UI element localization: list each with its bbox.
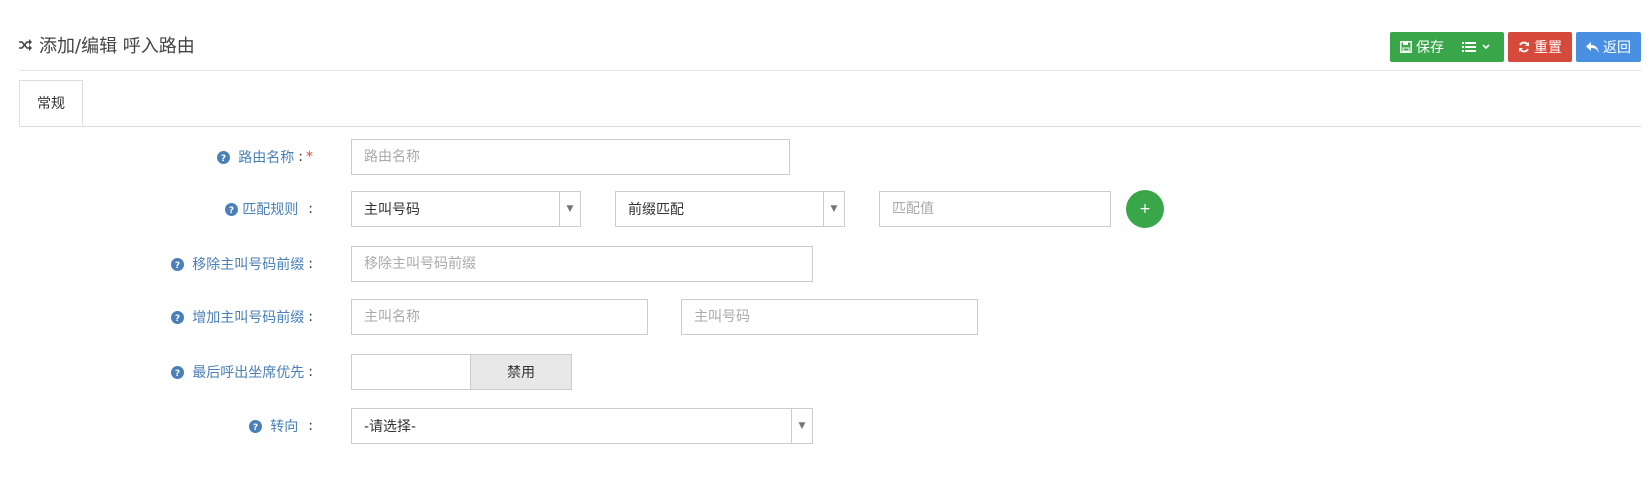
caller-number-input[interactable] (681, 299, 978, 335)
question-circle-icon: ? (171, 310, 185, 324)
remove-prefix-colon: : (308, 256, 313, 272)
caller-name-input[interactable] (351, 299, 648, 335)
reset-label: 重置 (1534, 40, 1562, 56)
save-label: 保存 (1416, 40, 1444, 56)
back-button[interactable]: 返回 (1576, 32, 1641, 62)
page-title: 添加/编辑 呼入路由 (19, 30, 195, 60)
caret-down-icon: ▼ (823, 192, 844, 226)
route-name-label-text: 路由名称 (238, 150, 295, 166)
transfer-select[interactable]: -请选择- ▼ (351, 408, 813, 444)
page-title-text: 添加/编辑 呼入路由 (39, 36, 195, 57)
toolbar: 保存 重置 返回 (1390, 32, 1641, 62)
last-agent-label-text: 最后呼出坐席优先 (192, 365, 305, 381)
question-circle-icon: ? (249, 419, 263, 433)
question-circle-icon: ? (171, 365, 185, 379)
svg-text:?: ? (175, 261, 180, 271)
add-prefix-label-text: 增加主叫号码前缀 (192, 310, 305, 326)
last-agent-toggle[interactable]: 禁用 (351, 354, 572, 390)
floppy-icon (1400, 41, 1412, 53)
question-circle-icon: ? (217, 150, 231, 164)
save-options-dropdown[interactable] (1454, 32, 1504, 62)
chevron-down-icon (1482, 44, 1490, 50)
svg-text:?: ? (253, 423, 258, 433)
refresh-icon (1519, 41, 1529, 53)
transfer-label-text: 转向 (270, 419, 299, 435)
transfer-selected-value: -请选择- (364, 419, 417, 435)
svg-text:?: ? (175, 314, 180, 324)
route-name-colon: : (298, 149, 303, 165)
match-rule-label: ? 匹配规则 : (225, 191, 313, 227)
save-button-group: 保存 (1390, 32, 1504, 62)
transfer-label: ? 转向 : (249, 408, 313, 444)
question-circle-icon: ? (171, 257, 185, 271)
route-name-label: ? 路由名称 : * (217, 139, 313, 175)
tab-bar: 常规 (19, 80, 1641, 127)
required-mark: * (306, 149, 313, 165)
page-header: 添加/编辑 呼入路由 保存 重置 返回 (19, 30, 1641, 71)
match-rule-colon: : (308, 201, 313, 217)
match-field-value: 主叫号码 (364, 202, 420, 218)
match-field-select[interactable]: 主叫号码 ▼ (351, 191, 581, 227)
add-rule-button[interactable]: + (1126, 190, 1164, 228)
last-agent-label: ? 最后呼出坐席优先 : (171, 354, 313, 390)
add-prefix-colon: : (308, 309, 313, 325)
caret-down-icon: ▼ (791, 409, 812, 443)
add-prefix-label: ? 增加主叫号码前缀 : (171, 299, 313, 335)
save-button[interactable]: 保存 (1390, 32, 1454, 62)
random-icon (19, 39, 32, 51)
remove-prefix-label-text: 移除主叫号码前缀 (192, 257, 305, 273)
remove-prefix-row: ? 移除主叫号码前缀 : (0, 246, 1650, 282)
svg-text:?: ? (221, 154, 226, 164)
match-value-input[interactable] (879, 191, 1111, 227)
toggle-state-label: 禁用 (470, 355, 571, 389)
transfer-row: ? 转向 : -请选择- ▼ (0, 408, 1650, 444)
route-name-row: ? 路由名称 : * (0, 139, 1650, 175)
match-rule-label-text: 匹配规则 (242, 202, 299, 218)
svg-text:?: ? (175, 369, 180, 379)
question-circle-icon: ? (225, 202, 239, 216)
match-rule-row: ? 匹配规则 : 主叫号码 ▼ 前缀匹配 ▼ + (0, 190, 1650, 228)
add-prefix-row: ? 增加主叫号码前缀 : (0, 299, 1650, 335)
remove-prefix-input[interactable] (351, 246, 813, 282)
match-mode-select[interactable]: 前缀匹配 ▼ (615, 191, 845, 227)
caret-down-icon: ▼ (559, 192, 580, 226)
tab-general[interactable]: 常规 (19, 80, 83, 126)
match-mode-value: 前缀匹配 (628, 202, 684, 218)
reply-icon (1586, 41, 1599, 53)
last-agent-colon: : (308, 364, 313, 380)
remove-prefix-label: ? 移除主叫号码前缀 : (171, 246, 313, 282)
list-icon (1462, 42, 1476, 52)
toggle-track (352, 355, 470, 389)
route-name-input[interactable] (351, 139, 790, 175)
last-agent-row: ? 最后呼出坐席优先 : 禁用 (0, 354, 1650, 390)
back-label: 返回 (1603, 40, 1631, 56)
transfer-colon: : (308, 418, 313, 434)
reset-button[interactable]: 重置 (1508, 32, 1572, 62)
svg-text:?: ? (229, 206, 234, 216)
